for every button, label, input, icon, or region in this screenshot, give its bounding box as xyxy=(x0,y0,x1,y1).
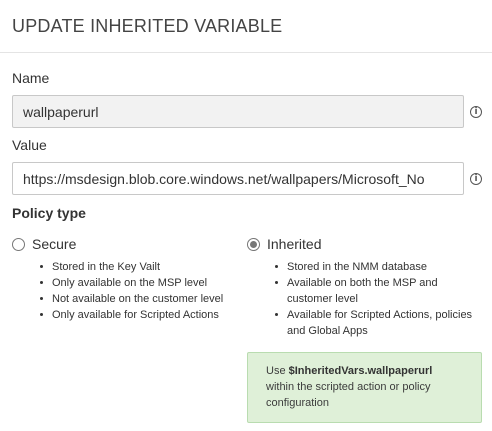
note-prefix: Use xyxy=(266,365,289,377)
name-label: Name xyxy=(12,70,50,86)
policy-option-secure[interactable]: Secure xyxy=(12,236,76,252)
inherited-bullets: Stored in the NMM database Available on … xyxy=(273,259,473,339)
note-suffix: within the scripted action or policy con… xyxy=(266,381,431,409)
note-variable-code: $InheritedVars.wallpaperurl xyxy=(288,365,433,377)
name-info-icon[interactable]: i xyxy=(470,106,482,118)
secure-bullets: Stored in the Key Vailt Only available o… xyxy=(38,259,243,323)
value-field-value: https://msdesign.blob.core.windows.net/w… xyxy=(23,170,425,187)
list-item: Stored in the NMM database xyxy=(273,259,473,275)
value-field[interactable]: https://msdesign.blob.core.windows.net/w… xyxy=(12,162,464,195)
list-item: Available for Scripted Actions, policies… xyxy=(273,307,473,339)
secure-label: Secure xyxy=(32,236,77,252)
policy-type-title: Policy type xyxy=(12,205,86,221)
inherited-radio[interactable] xyxy=(247,237,260,251)
list-item: Stored in the Key Vailt xyxy=(38,259,243,275)
secure-radio[interactable] xyxy=(12,237,25,251)
list-item: Only available for Scripted Actions xyxy=(38,307,243,323)
value-label: Value xyxy=(12,137,47,153)
list-item: Available on both the MSP and customer l… xyxy=(273,275,473,307)
value-info-icon[interactable]: i xyxy=(470,173,482,185)
usage-note: Use $InheritedVars.wallpaperurl within t… xyxy=(247,352,482,423)
name-field: wallpaperurl xyxy=(12,95,464,128)
inherited-label: Inherited xyxy=(267,236,322,252)
list-item: Only available on the MSP level xyxy=(38,275,243,291)
policy-option-inherited[interactable]: Inherited xyxy=(247,236,321,252)
dialog-title: UPDATE INHERITED VARIABLE xyxy=(12,16,283,36)
dialog-header: UPDATE INHERITED VARIABLE xyxy=(0,0,492,53)
name-field-value: wallpaperurl xyxy=(23,103,99,120)
list-item: Not available on the customer level xyxy=(38,291,243,307)
